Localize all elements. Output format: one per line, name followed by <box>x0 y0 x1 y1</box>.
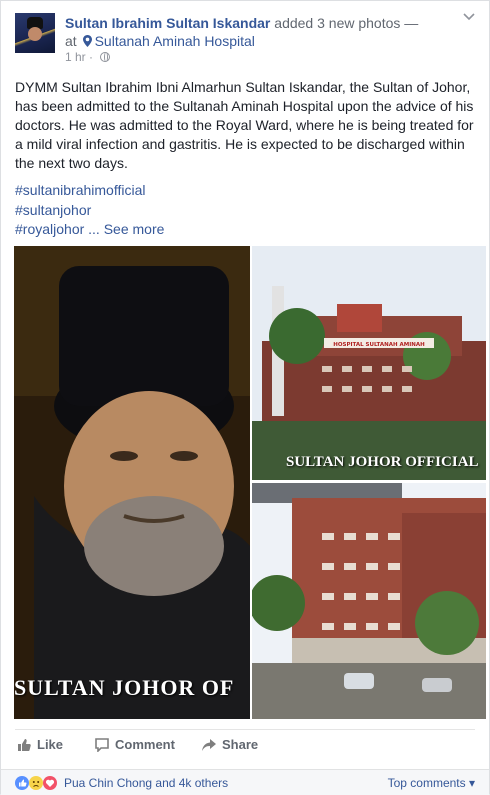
avatar[interactable] <box>15 13 55 53</box>
sad-reaction-icon[interactable] <box>29 776 43 790</box>
see-more-link[interactable]: See more <box>104 221 165 237</box>
photo-watermark: SULTAN JOHOR OF <box>14 675 235 700</box>
place-link[interactable]: Sultanah Aminah Hospital <box>95 33 255 49</box>
top-comments-dropdown[interactable]: Top comments ▾ <box>388 776 475 790</box>
post-action: added 3 new photos — <box>274 15 419 31</box>
like-label: Like <box>37 737 64 752</box>
post-card: Sultan Ibrahim Sultan Iskandar added 3 n… <box>0 0 490 795</box>
timestamp[interactable]: 1 hr · <box>65 50 93 64</box>
hashtag-line: #royaljohor ... See more <box>15 220 164 240</box>
post-body: DYMM Sultan Ibrahim Ibni Almarhun Sultan… <box>15 79 474 171</box>
like-reaction-icon[interactable] <box>15 776 29 790</box>
action-bar: Like Comment Share <box>15 729 475 761</box>
comment-icon <box>95 737 109 752</box>
like-icon <box>17 738 31 752</box>
post-header: Sultan Ibrahim Sultan Iskandar added 3 n… <box>15 13 475 64</box>
share-label: Share <box>222 737 259 752</box>
photo-watermark: SULTAN JOHOR OFFICIAL <box>286 454 479 470</box>
share-icon <box>202 738 216 752</box>
reactions-summary[interactable]: Pua Chin Chong and 4k others <box>64 776 228 790</box>
photo-grid: SULTAN JOHOR OF HOSPITAL SULTANAH AMINAH <box>14 246 486 719</box>
post-meta: 1 hr · <box>65 50 111 64</box>
chevron-down-icon[interactable] <box>463 13 475 21</box>
comment-button[interactable]: Comment <box>95 737 175 752</box>
hashtag-link[interactable]: #sultanibrahimofficial <box>15 181 164 201</box>
comment-label: Comment <box>115 737 175 752</box>
share-button[interactable]: Share <box>202 737 258 752</box>
hashtag-link[interactable]: #royaljohor <box>15 221 84 237</box>
photo-hospital-front[interactable]: HOSPITAL SULTANAH AMINAH SULTAN JOHOR OF… <box>252 246 486 480</box>
pin-icon <box>82 35 92 47</box>
author-name[interactable]: Sultan Ibrahim Sultan Iskandar <box>65 15 270 31</box>
globe-icon <box>100 52 111 62</box>
photo-portrait[interactable]: SULTAN JOHOR OF <box>14 246 250 719</box>
reactions-bar: Pua Chin Chong and 4k others Top comment… <box>1 769 489 795</box>
hashtags: #sultanibrahimofficial #sultanjohor #roy… <box>15 181 164 240</box>
at-label: at <box>65 33 77 49</box>
photo-hospital-building[interactable] <box>252 483 486 719</box>
hospital-sign-text: HOSPITAL SULTANAH AMINAH <box>333 342 425 348</box>
love-reaction-icon[interactable] <box>43 776 57 790</box>
ellipsis: ... <box>84 221 100 237</box>
header-text: Sultan Ibrahim Sultan Iskandar added 3 n… <box>65 14 475 50</box>
location-line: at Sultanah Aminah Hospital <box>65 32 475 50</box>
like-button[interactable]: Like <box>17 737 63 752</box>
hashtag-link[interactable]: #sultanjohor <box>15 201 164 221</box>
